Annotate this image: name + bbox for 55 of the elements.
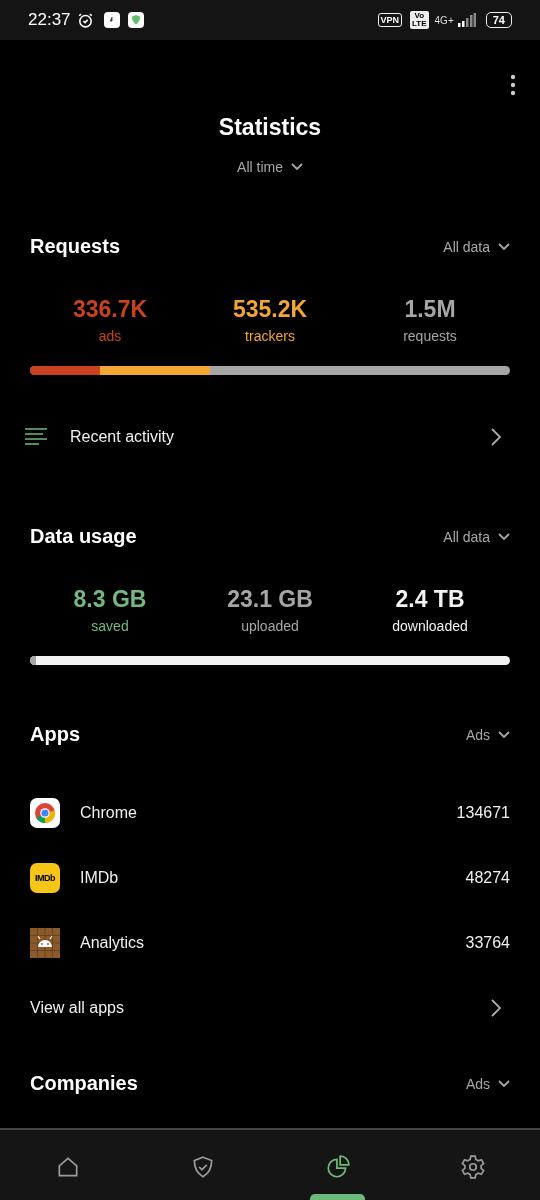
volte-indicator: Vo LTE bbox=[410, 11, 429, 29]
chevron-down-icon bbox=[498, 242, 510, 251]
list-icon bbox=[24, 427, 48, 447]
section-title: Apps bbox=[30, 723, 80, 746]
filter-dropdown[interactable]: Ads bbox=[465, 726, 510, 743]
stat-label: ads bbox=[98, 328, 122, 344]
view-all-apps-row[interactable]: View all apps bbox=[30, 975, 510, 1040]
vpn-indicator: VPN bbox=[377, 13, 403, 27]
chevron-down-icon bbox=[498, 1079, 510, 1088]
shield-app-icon bbox=[127, 12, 144, 28]
stat-value: 336.7K bbox=[72, 296, 148, 323]
notification-app-icon bbox=[103, 12, 120, 28]
filter-dropdown[interactable]: All time bbox=[237, 159, 303, 175]
stat-value: 23.1 GB bbox=[227, 586, 313, 613]
stat-label: uploaded bbox=[241, 618, 299, 634]
section-title: Data usage bbox=[30, 525, 137, 548]
stat-value: 2.4 TB bbox=[395, 586, 465, 613]
page-title: Statistics bbox=[217, 114, 323, 141]
filter-dropdown[interactable]: All data bbox=[443, 528, 510, 545]
chevron-down-icon bbox=[290, 163, 303, 171]
app-count: 33764 bbox=[465, 933, 510, 952]
network-type: 4G+ bbox=[434, 14, 454, 26]
section-title: Requests bbox=[30, 235, 121, 258]
chevron-right-icon bbox=[490, 997, 502, 1018]
stat-label: trackers bbox=[245, 328, 295, 344]
stat-value: 8.3 GB bbox=[73, 586, 147, 613]
stat-value: 1.5M bbox=[404, 296, 456, 323]
chevron-down-icon bbox=[498, 730, 510, 739]
more-menu-icon[interactable] bbox=[510, 74, 516, 96]
chevron-down-icon bbox=[498, 532, 510, 541]
battery-level: 74 bbox=[485, 12, 512, 28]
chevron-right-icon bbox=[490, 427, 502, 447]
stat-label: saved bbox=[91, 618, 129, 634]
link-label: Recent activity bbox=[70, 428, 176, 446]
app-count: 48274 bbox=[465, 868, 510, 887]
stat-value: 535.2K bbox=[232, 296, 308, 323]
settings-icon bbox=[459, 1154, 486, 1180]
pie-chart-icon bbox=[324, 1154, 351, 1180]
chrome-icon bbox=[30, 797, 60, 828]
app-name[interactable]: IMDb bbox=[80, 868, 446, 887]
filter-dropdown[interactable]: All data bbox=[443, 238, 510, 255]
app-count: 134671 bbox=[456, 803, 510, 822]
android-icon bbox=[30, 927, 60, 958]
link-label: View all apps bbox=[30, 998, 125, 1017]
signal-icon bbox=[457, 13, 476, 27]
app-name[interactable]: Chrome bbox=[80, 803, 437, 822]
recent-activity-row[interactable]: Recent activity bbox=[24, 427, 510, 447]
clock-time: 22:37 bbox=[28, 10, 71, 30]
filter-dropdown[interactable]: Ads bbox=[465, 1075, 510, 1092]
app-name[interactable]: Analytics bbox=[80, 933, 446, 952]
alarm-clock-icon bbox=[76, 11, 94, 29]
stat-label: downloaded bbox=[392, 618, 468, 634]
stat-label: requests bbox=[403, 328, 457, 344]
section-title: Companies bbox=[30, 1072, 138, 1095]
imdb-icon: IMDb bbox=[30, 862, 60, 893]
